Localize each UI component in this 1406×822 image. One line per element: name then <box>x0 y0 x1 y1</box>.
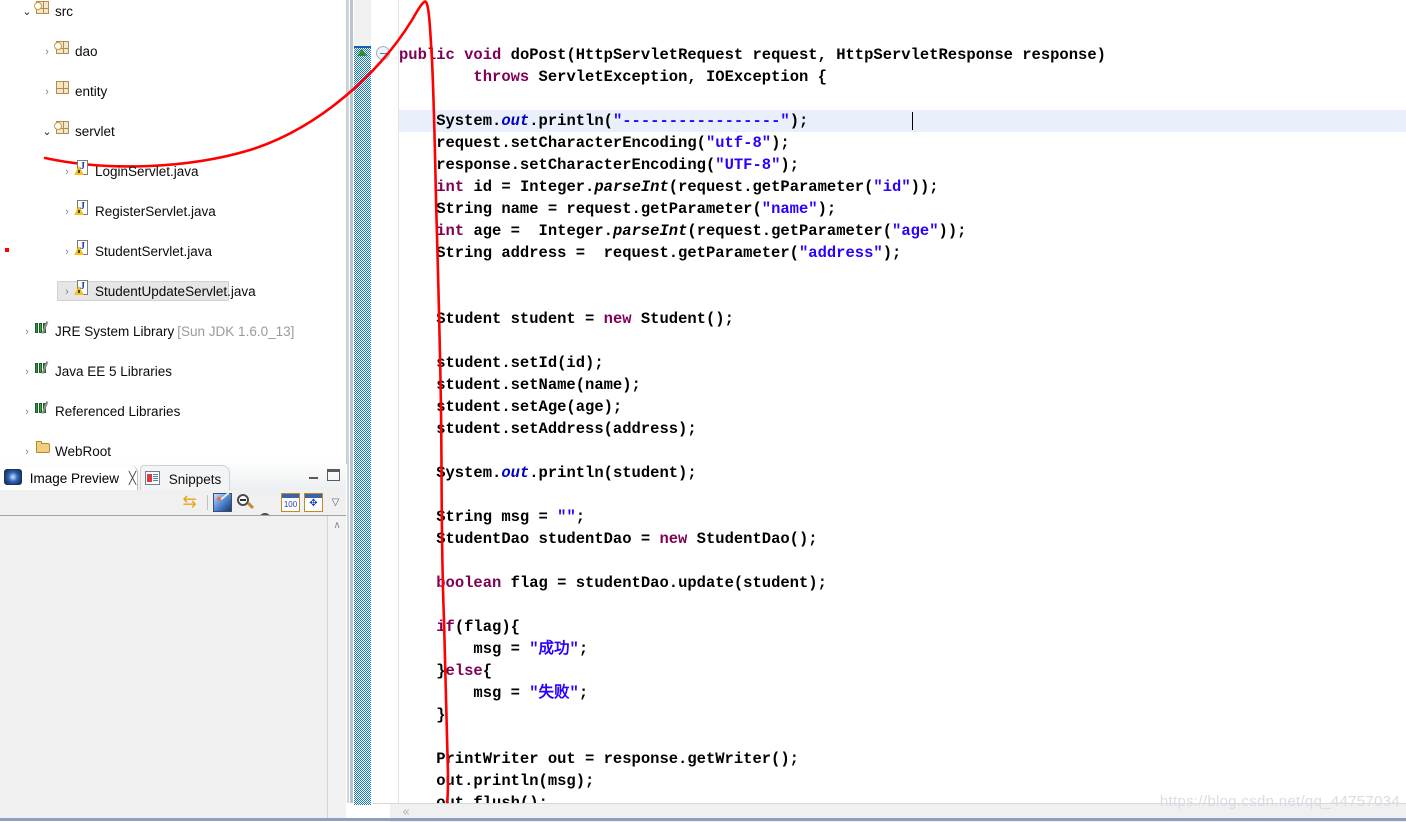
package-explorer-tree[interactable]: ⌄ src › dao › entity ⌄ servlet › J LoginServlet.ja… <box>0 0 347 464</box>
ruler-line-a <box>347 0 349 803</box>
snippets-icon <box>145 471 160 486</box>
library-icon <box>34 400 52 416</box>
text-caret <box>912 112 913 130</box>
tree-item-jre-system-library[interactable]: › JRE System Library [Sun JDK 1.6.0_13] <box>0 320 346 340</box>
sync-arrows-icon[interactable]: ⇆ <box>180 493 199 512</box>
image-preview-body: ∧ <box>0 515 346 821</box>
source-folder-icon <box>34 0 52 16</box>
fit-to-window-icon[interactable]: ✥ <box>304 493 323 512</box>
package-icon <box>54 40 72 56</box>
vertical-scrollbar-thumb[interactable] <box>354 46 371 805</box>
zoom-100-icon[interactable]: 100 <box>281 493 300 512</box>
code-view[interactable]: public void doPost(HttpServletRequest re… <box>399 0 1406 803</box>
tree-item-label: Java EE 5 Libraries <box>55 364 173 380</box>
tree-item-suffix: [Sun JDK 1.6.0_13] <box>177 324 295 340</box>
maximize-view-button[interactable] <box>327 469 340 481</box>
tree-item-label: RegisterServlet.java <box>95 204 216 220</box>
twisty-icon[interactable]: › <box>40 82 54 102</box>
source-code[interactable]: public void doPost(HttpServletRequest re… <box>399 0 1106 803</box>
twisty-icon[interactable]: › <box>60 282 74 302</box>
twisty-icon[interactable]: ⌄ <box>20 2 34 22</box>
twisty-icon[interactable]: › <box>60 202 74 222</box>
tab-image-preview[interactable]: Image Preview ╳ <box>0 465 138 490</box>
java-file-warning-icon: J <box>74 240 92 256</box>
tree-item-label: servlet <box>75 124 115 140</box>
tree-item-label: StudentUpdateServlet.java <box>95 284 256 300</box>
tree-item-label: entity <box>75 84 108 100</box>
minimize-view-button[interactable] <box>307 469 320 481</box>
twisty-icon[interactable]: › <box>40 42 54 62</box>
image-preview-canvas[interactable] <box>0 516 328 821</box>
overview-ruler[interactable] <box>347 0 372 805</box>
tree-item-label: StudentServlet.java <box>95 244 213 260</box>
tree-item-label: src <box>55 4 73 20</box>
tree-item-label: LoginServlet.java <box>95 164 199 180</box>
java-file-warning-icon: J <box>74 280 92 296</box>
left-panel: ⌄ src › dao › entity ⌄ servlet › J LoginServlet.ja… <box>0 0 347 821</box>
toolbar-separator <box>207 495 208 510</box>
package-empty-icon <box>54 80 72 96</box>
tree-item-src[interactable]: ⌄ src <box>0 0 346 20</box>
tree-item-dao[interactable]: › dao <box>0 40 346 60</box>
collapse-fold-icon[interactable] <box>376 46 390 60</box>
twisty-icon[interactable]: › <box>60 242 74 262</box>
java-file-warning-icon: J <box>74 200 92 216</box>
tree-item-label: Referenced Libraries <box>55 404 181 420</box>
image-preview-view: Image Preview ╳ Snippets ⇆ 100 ✥ ▽ ∧ <box>0 463 346 821</box>
twisty-icon[interactable]: › <box>20 322 34 342</box>
tab-snippets[interactable]: Snippets <box>140 465 231 490</box>
twisty-icon[interactable]: › <box>20 362 34 382</box>
tree-item-label: JRE System Library <box>55 324 175 340</box>
twisty-icon[interactable]: ⌄ <box>40 122 54 142</box>
zoom-100-label: 100 <box>283 500 298 509</box>
package-icon <box>54 120 72 136</box>
twisty-icon[interactable]: › <box>20 402 34 422</box>
preview-view-tabbar: Image Preview ╳ Snippets <box>0 463 346 490</box>
tree-item-studentservlet-java[interactable]: › J StudentServlet.java <box>0 240 346 260</box>
fit-glyph: ✥ <box>309 498 318 509</box>
up-arrow-marker-icon <box>357 49 367 56</box>
tree-item-label: dao <box>75 44 98 60</box>
java-file-warning-icon: J <box>74 160 92 176</box>
preview-vertical-scrollbar[interactable]: ∧ <box>327 516 346 821</box>
zoom-out-icon[interactable] <box>236 493 255 512</box>
tree-item-webroot[interactable]: › WebRoot <box>0 440 346 460</box>
close-icon[interactable]: ╳ <box>123 466 136 491</box>
tree-item-registerservlet-java[interactable]: › J RegisterServlet.java <box>0 200 346 220</box>
twisty-icon[interactable]: › <box>60 162 74 182</box>
preview-view-toolbar: ⇆ 100 ✥ ▽ <box>0 490 346 529</box>
library-icon <box>34 360 52 376</box>
tab-image-preview-label: Image Preview <box>29 470 120 486</box>
tree-item-java-ee-5-libraries[interactable]: › Java EE 5 Libraries <box>0 360 346 380</box>
scroll-up-arrow-icon[interactable]: ∧ <box>328 518 346 534</box>
chevron-down-icon[interactable]: ▽ <box>326 493 345 512</box>
tree-item-loginservlet-java[interactable]: › J LoginServlet.java <box>0 160 346 180</box>
ruler-line-b <box>350 0 353 803</box>
tree-item-entity[interactable]: › entity <box>0 80 346 100</box>
tab-snippets-label: Snippets <box>168 471 222 487</box>
tree-item-referenced-libraries[interactable]: › Referenced Libraries <box>0 400 346 420</box>
folder-icon <box>34 440 52 456</box>
tree-item-studentupdateservlet-java[interactable]: › J StudentUpdateServlet.java <box>0 280 346 302</box>
watermark: https://blog.csdn.net/qq_44757034 <box>1159 793 1400 810</box>
tree-item-servlet[interactable]: ⌄ servlet <box>0 120 346 140</box>
tree-item-label: WebRoot <box>55 444 112 460</box>
code-editor-area: public void doPost(HttpServletRequest re… <box>347 0 1406 822</box>
image-icon[interactable] <box>213 493 232 512</box>
twisty-icon[interactable]: › <box>20 442 34 462</box>
image-preview-icon <box>4 469 22 486</box>
library-icon <box>34 320 52 336</box>
editor-gutter[interactable] <box>372 0 399 803</box>
